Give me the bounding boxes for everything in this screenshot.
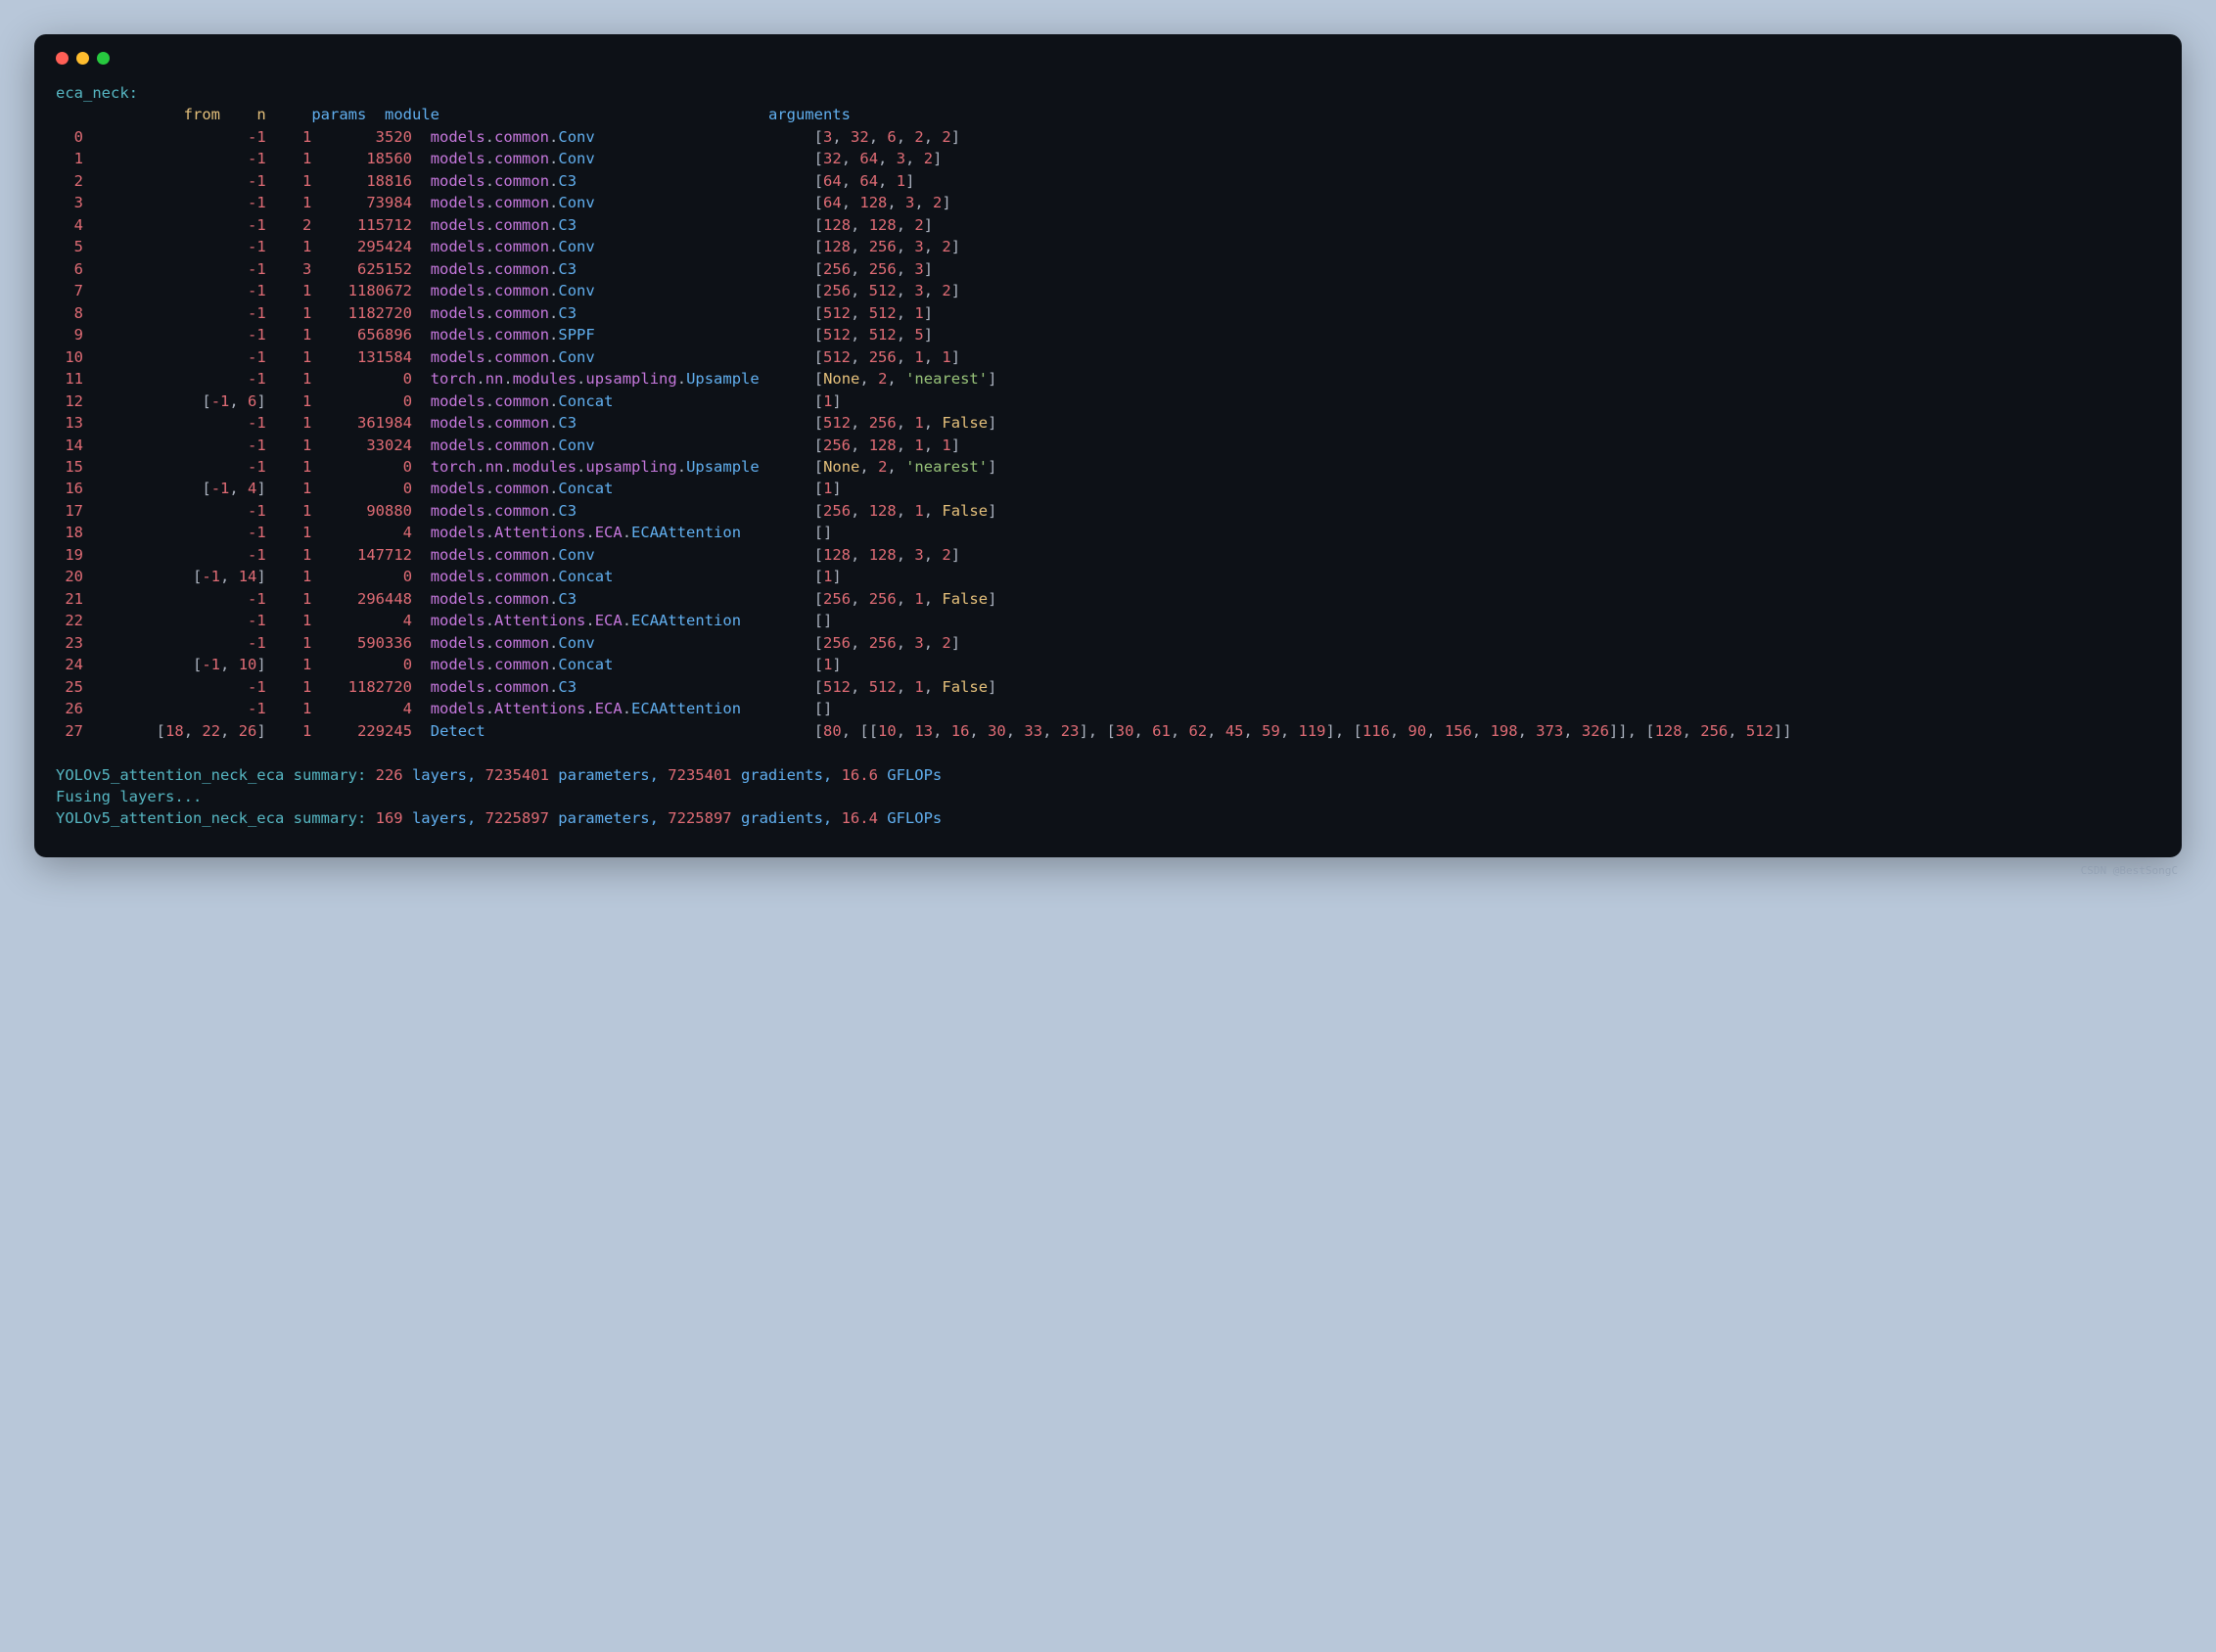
minimize-icon[interactable] [76,52,89,65]
watermark: CSDN @BestSongC [2081,863,2178,879]
window-titlebar [56,52,2160,65]
maximize-icon[interactable] [97,52,110,65]
close-icon[interactable] [56,52,69,65]
terminal-window: eca_neck: from n params module arguments… [34,34,2182,857]
terminal-output: eca_neck: from n params module arguments… [56,82,2160,830]
